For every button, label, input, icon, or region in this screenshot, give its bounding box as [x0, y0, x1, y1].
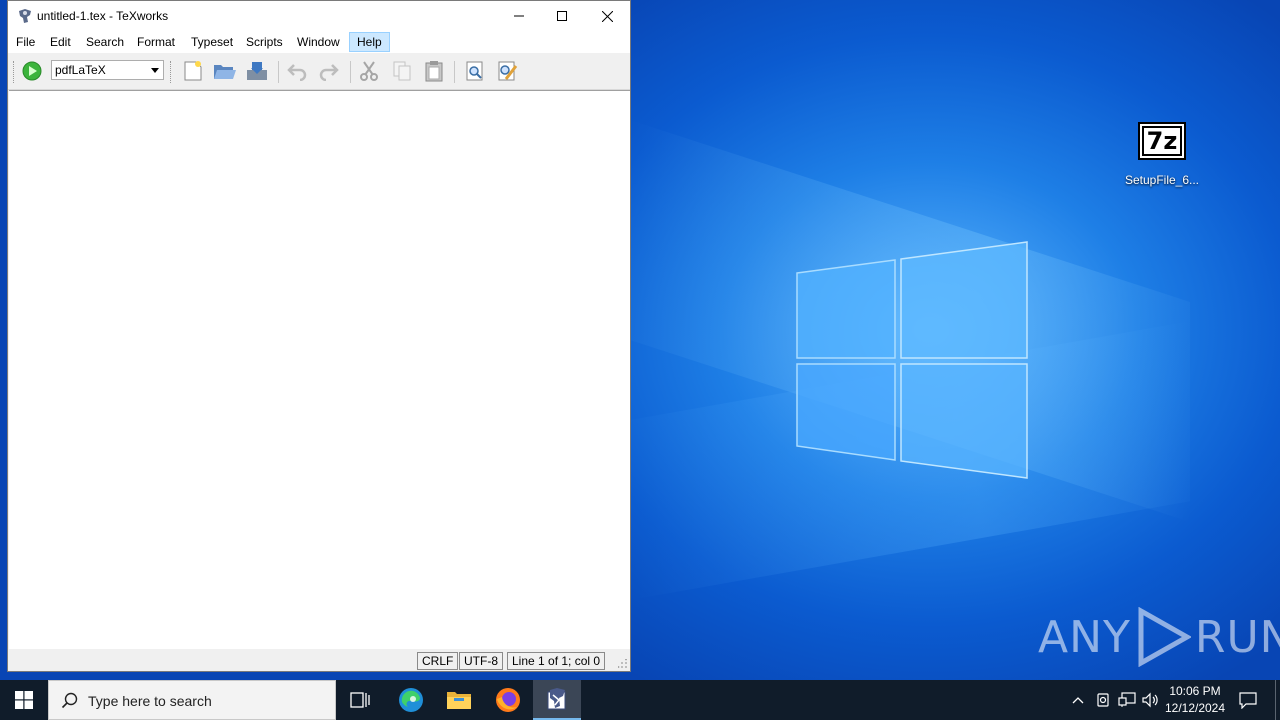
paste-icon — [425, 61, 443, 82]
cut-icon — [360, 61, 378, 81]
undo-button[interactable] — [284, 58, 310, 84]
new-document-icon — [184, 61, 202, 81]
maximize-button[interactable] — [539, 1, 585, 31]
cursor-position-indicator[interactable]: Line 1 of 1; col 0 — [507, 652, 606, 670]
edge-icon — [399, 688, 423, 712]
typeset-engine-select[interactable]: pdfLaTeX — [51, 60, 164, 80]
undo-icon — [287, 64, 307, 81]
menu-search[interactable]: Search — [79, 33, 131, 51]
editor-textarea[interactable] — [9, 90, 630, 649]
texworks-icon — [547, 688, 566, 710]
engine-value: pdfLaTeX — [55, 63, 106, 77]
encoding-indicator[interactable]: UTF-8 — [459, 652, 503, 670]
edge-taskbar-button[interactable] — [387, 680, 435, 720]
replace-icon — [498, 61, 518, 81]
texworks-window: untitled-1.tex - TeXworks File Edit Sear… — [7, 0, 631, 672]
copy-icon — [393, 61, 411, 81]
new-document-button[interactable] — [180, 58, 206, 84]
tray-device-icon — [1097, 693, 1109, 707]
file-explorer-taskbar-button[interactable] — [435, 680, 483, 720]
redo-button[interactable] — [316, 58, 342, 84]
watermark-text-run: RUN — [1194, 611, 1280, 663]
save-button[interactable] — [244, 58, 270, 84]
show-hidden-icons-button[interactable] — [1068, 680, 1088, 720]
toolbar-separator — [454, 61, 455, 83]
menu-bar: File Edit Search Format Typeset Scripts … — [8, 31, 630, 53]
clock-date: 12/12/2024 — [1164, 701, 1226, 715]
chevron-down-icon — [151, 68, 159, 73]
open-folder-icon — [214, 65, 236, 79]
paste-button[interactable] — [421, 58, 447, 84]
firefox-taskbar-button[interactable] — [484, 680, 532, 720]
close-button[interactable] — [584, 1, 630, 31]
menu-edit[interactable]: Edit — [43, 33, 78, 51]
toolbar-grip[interactable] — [13, 61, 16, 83]
replace-button[interactable] — [494, 58, 520, 84]
menu-format[interactable]: Format — [130, 33, 182, 51]
toolbar: pdfLaTeX — [8, 53, 630, 90]
task-view-icon — [350, 692, 370, 708]
windows-start-icon — [15, 691, 33, 709]
save-icon — [247, 62, 267, 80]
taskbar: Type here to search 10:06 PM 12/12/2024 — [0, 680, 1280, 720]
menu-help[interactable]: Help — [349, 32, 390, 52]
volume-button[interactable] — [1141, 680, 1161, 720]
tray-app-button[interactable] — [1093, 680, 1113, 720]
toolbar-grip[interactable] — [170, 61, 173, 83]
resize-grip-icon[interactable] — [618, 659, 628, 669]
network-icon — [1118, 692, 1136, 707]
texworks-taskbar-button[interactable] — [533, 680, 581, 720]
search-icon — [61, 692, 78, 709]
toolbar-separator — [278, 61, 279, 83]
menu-typeset[interactable]: Typeset — [184, 33, 240, 51]
file-explorer-icon — [447, 692, 471, 709]
start-button[interactable] — [0, 680, 48, 720]
desktop-icon-setupfile[interactable]: 7z SetupFile_6... — [1122, 118, 1202, 187]
chevron-up-icon — [1072, 697, 1084, 704]
menu-file[interactable]: File — [9, 33, 42, 51]
play-logo-icon — [1138, 607, 1191, 667]
find-icon — [466, 61, 483, 81]
firefox-icon — [496, 688, 520, 712]
line-ending-indicator[interactable]: CRLF — [417, 652, 459, 670]
open-button[interactable] — [212, 58, 238, 84]
taskbar-clock[interactable]: 10:06 PM 12/12/2024 — [1163, 683, 1227, 717]
cut-button[interactable] — [356, 58, 382, 84]
clock-time: 10:06 PM — [1169, 684, 1221, 698]
windows-wallpaper-logo — [796, 241, 1028, 479]
desktop-icon-label: SetupFile_6... — [1124, 173, 1200, 187]
copy-button[interactable] — [389, 58, 415, 84]
7z-archive-icon: 7z — [1138, 122, 1186, 160]
network-button[interactable] — [1117, 680, 1137, 720]
title-bar[interactable]: untitled-1.tex - TeXworks — [8, 1, 630, 31]
toolbar-separator — [350, 61, 351, 83]
window-title: untitled-1.tex - TeXworks — [37, 9, 169, 23]
minimize-icon — [514, 15, 524, 17]
watermark-text-any: ANY — [1038, 611, 1131, 663]
maximize-icon — [557, 11, 567, 21]
find-button[interactable] — [462, 58, 488, 84]
search-placeholder: Type here to search — [88, 693, 212, 709]
menu-scripts[interactable]: Scripts — [239, 33, 290, 51]
show-desktop-button[interactable] — [1275, 680, 1276, 720]
close-icon — [601, 10, 613, 22]
typeset-icon[interactable] — [22, 61, 42, 81]
status-bar: CRLF UTF-8 Line 1 of 1; col 0 — [8, 649, 630, 671]
volume-icon — [1142, 692, 1158, 708]
minimize-button[interactable] — [496, 1, 542, 31]
taskbar-search-box[interactable]: Type here to search — [48, 680, 336, 720]
texworks-lion-icon — [19, 9, 31, 23]
anyrun-watermark: ANY RUN — [1038, 607, 1280, 667]
notification-icon — [1239, 692, 1257, 709]
redo-icon — [319, 64, 339, 81]
notifications-button[interactable] — [1236, 680, 1260, 720]
task-view-button[interactable] — [336, 680, 384, 720]
menu-window[interactable]: Window — [290, 33, 347, 51]
